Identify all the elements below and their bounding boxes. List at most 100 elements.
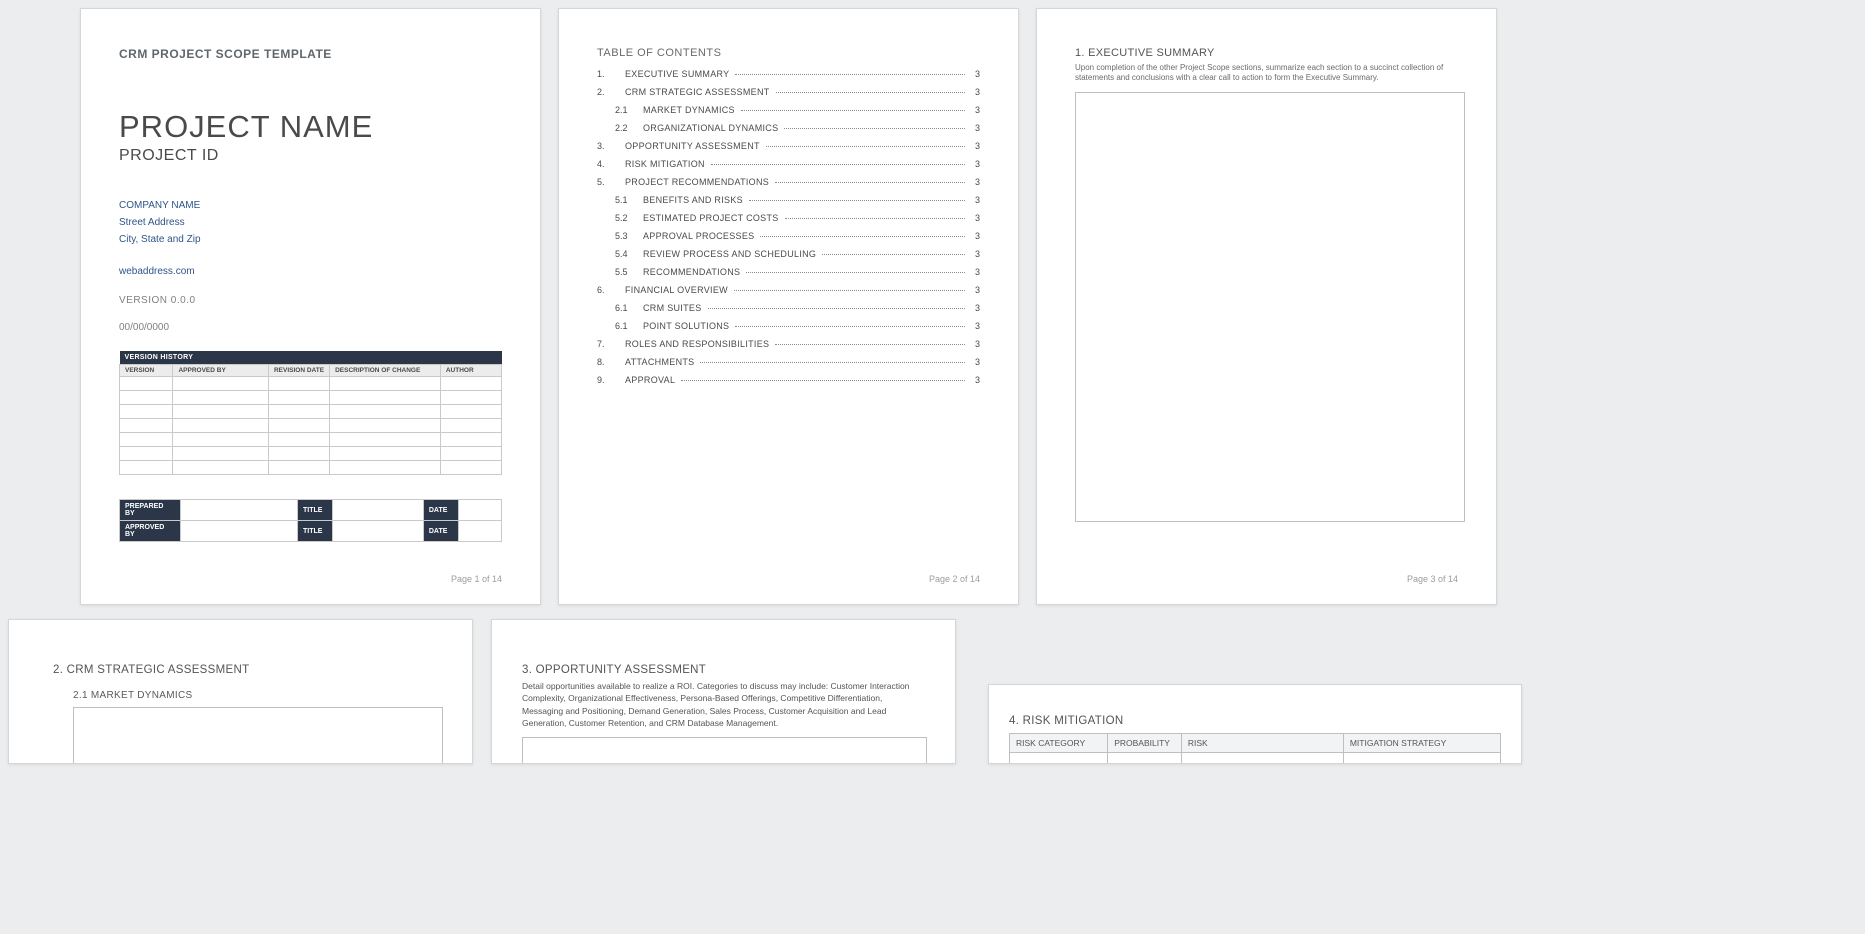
toc-page: 3 (968, 159, 980, 169)
date-field-1 (458, 500, 501, 521)
document-title: CRM PROJECT SCOPE TEMPLATE (119, 47, 502, 61)
subsection-heading: 2.1 MARKET DYNAMICS (73, 690, 442, 701)
toc-item: 7.ROLES AND RESPONSIBILITIES3 (597, 339, 980, 349)
toc-leader (775, 182, 965, 183)
page-number: Page 2 of 14 (929, 574, 980, 584)
signature-table: PREPARED BY TITLE DATE APPROVED BY TITLE… (119, 499, 502, 542)
toc-label: APPROVAL (625, 375, 678, 385)
toc-leader (735, 326, 965, 327)
toc-number: 6.1 (615, 303, 643, 313)
toc-page: 3 (968, 213, 980, 223)
toc-item: 5.1BENEFITS AND RISKS3 (597, 195, 980, 205)
toc-item: 9.APPROVAL3 (597, 375, 980, 385)
title-field-2 (332, 521, 423, 542)
table-row (120, 405, 502, 419)
toc-label: ESTIMATED PROJECT COSTS (643, 213, 782, 223)
toc-leader (746, 272, 965, 273)
toc-label: ROLES AND RESPONSIBILITIES (625, 339, 772, 349)
title-label-2: TITLE (297, 521, 332, 542)
toc-page: 3 (968, 141, 980, 151)
toc-number: 8. (597, 357, 625, 367)
approved-by-label: APPROVED BY (120, 521, 181, 542)
toc-item: 5.5RECOMMENDATIONS3 (597, 267, 980, 277)
company-block: COMPANY NAME Street Address City, State … (119, 197, 502, 248)
toc-leader (822, 254, 965, 255)
toc-item: 5.2ESTIMATED PROJECT COSTS3 (597, 213, 980, 223)
content-box (522, 737, 927, 764)
col-mitigation: MITIGATION STRATEGY (1343, 734, 1500, 753)
toc-leader (749, 200, 965, 201)
toc-number: 6.1 (615, 321, 643, 331)
toc-page: 3 (968, 357, 980, 367)
toc-page: 3 (968, 249, 980, 259)
page-2: TABLE OF CONTENTS 1.EXECUTIVE SUMMARY32.… (558, 8, 1019, 605)
toc-title: TABLE OF CONTENTS (597, 47, 980, 59)
toc-item: 6.FINANCIAL OVERVIEW3 (597, 285, 980, 295)
page-row-1: CRM PROJECT SCOPE TEMPLATE PROJECT NAME … (0, 8, 1865, 619)
col-risk-category: RISK CATEGORY (1010, 734, 1108, 753)
toc-leader (735, 74, 965, 75)
toc-label: ATTACHMENTS (625, 357, 697, 367)
col-probability: PROBABILITY (1108, 734, 1182, 753)
approved-by-field (180, 521, 297, 542)
toc-page: 3 (968, 87, 980, 97)
toc-page: 3 (968, 303, 980, 313)
toc-page: 3 (968, 267, 980, 277)
table-row (120, 461, 502, 475)
toc-number: 2.2 (615, 123, 643, 133)
toc-label: MARKET DYNAMICS (643, 105, 738, 115)
date-label-1: DATE (423, 500, 458, 521)
toc-label: FINANCIAL OVERVIEW (625, 285, 731, 295)
page-5: 3. OPPORTUNITY ASSESSMENT Detail opportu… (491, 619, 956, 764)
toc-number: 5. (597, 177, 625, 187)
toc-leader (766, 146, 965, 147)
toc-page: 3 (968, 105, 980, 115)
toc-label: RECOMMENDATIONS (643, 267, 743, 277)
table-row (120, 419, 502, 433)
toc-item: 8.ATTACHMENTS 3 (597, 357, 980, 367)
prepared-by-field (180, 500, 297, 521)
toc-leader (700, 362, 965, 363)
toc-item: 6.1CRM SUITES3 (597, 303, 980, 313)
toc-page: 3 (968, 69, 980, 79)
toc-leader (734, 290, 965, 291)
toc-leader (785, 218, 965, 219)
col-version: VERSION (120, 365, 173, 377)
toc-page: 3 (968, 321, 980, 331)
toc-label: PROJECT RECOMMENDATIONS (625, 177, 772, 187)
col-description: DESCRIPTION OF CHANGE (330, 365, 441, 377)
toc-page: 3 (968, 231, 980, 241)
toc-number: 5.3 (615, 231, 643, 241)
title-label-1: TITLE (297, 500, 332, 521)
toc-item: 5.PROJECT RECOMMENDATIONS 3 (597, 177, 980, 187)
toc-leader (741, 110, 965, 111)
toc-leader (776, 92, 965, 93)
toc-leader (711, 164, 965, 165)
toc-number: 4. (597, 159, 625, 169)
col-approved-by: APPROVED BY (173, 365, 269, 377)
section-description: Detail opportunities available to realiz… (522, 680, 922, 729)
page-number: Page 3 of 14 (1407, 574, 1458, 584)
toc-number: 2. (597, 87, 625, 97)
toc-leader (775, 344, 965, 345)
toc-page: 3 (968, 123, 980, 133)
toc-page: 3 (968, 177, 980, 187)
col-risk: RISK (1181, 734, 1343, 753)
toc-leader (784, 128, 965, 129)
table-row (120, 377, 502, 391)
date-label: 00/00/0000 (119, 322, 502, 333)
toc-item: 2.2ORGANIZATIONAL DYNAMICS3 (597, 123, 980, 133)
toc-leader (760, 236, 965, 237)
street-address: Street Address (119, 214, 502, 231)
project-id: PROJECT ID (119, 147, 502, 165)
page-1: CRM PROJECT SCOPE TEMPLATE PROJECT NAME … (80, 8, 541, 605)
page-6: 4. RISK MITIGATION RISK CATEGORY PROBABI… (988, 684, 1522, 764)
toc-number: 2.1 (615, 105, 643, 115)
date-field-2 (458, 521, 501, 542)
toc-page: 3 (968, 375, 980, 385)
toc-number: 5.4 (615, 249, 643, 259)
toc-page: 3 (968, 195, 980, 205)
company-name: COMPANY NAME (119, 197, 502, 214)
toc-item: 5.3APPROVAL PROCESSES3 (597, 231, 980, 241)
web-address: webaddress.com (119, 266, 502, 277)
